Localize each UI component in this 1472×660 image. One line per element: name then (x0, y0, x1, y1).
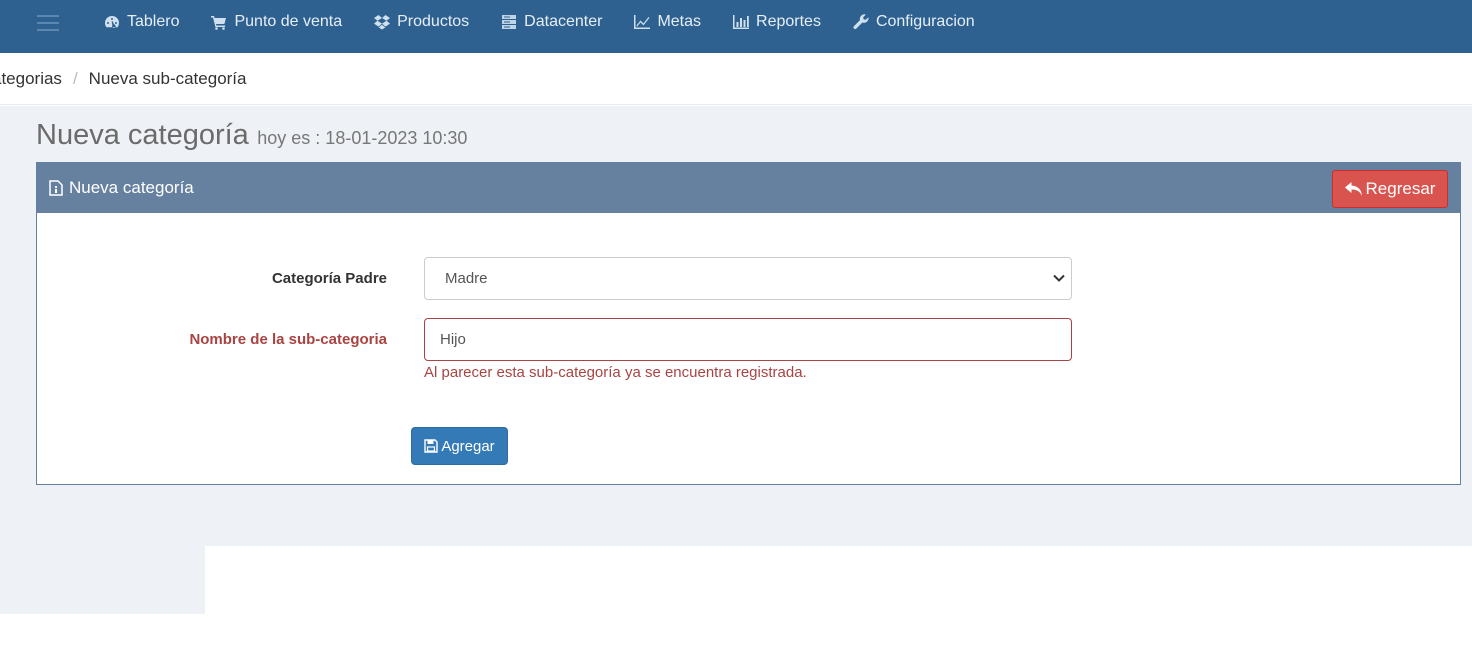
back-button[interactable]: Regresar (1332, 170, 1448, 208)
error-message: Al parecer esta sub-categoría ya se encu… (424, 364, 807, 381)
breadcrumb-separator: / (72, 69, 78, 88)
nav-label: Configuracion (875, 13, 975, 30)
nav-item-productos[interactable]: Productos (374, 13, 469, 31)
save-icon (424, 439, 439, 453)
back-button-label: Regresar (1365, 179, 1436, 198)
nav-item-tablero[interactable]: Tablero (104, 13, 179, 31)
page-subtitle: hoy es : 18-01-2023 10:30 (257, 128, 468, 148)
nav-label: Datacenter (524, 13, 603, 30)
panel-header: Nueva categoría Regresar (37, 163, 1460, 213)
wrench-icon (853, 14, 869, 30)
breadcrumb: ategorias / Nueva sub-categoría (0, 53, 1472, 105)
line-chart-icon (634, 15, 651, 29)
nav-item-metas[interactable]: Metas (634, 13, 701, 31)
add-button[interactable]: Agregar (411, 427, 508, 465)
subcategory-name-input[interactable]: Hijo (424, 318, 1072, 361)
nav-item-configuracion[interactable]: Configuracion (853, 13, 975, 31)
page-title: Nueva categoría hoy es : 18-01-2023 10:3… (36, 119, 467, 152)
panel-title: Nueva categoría (49, 178, 194, 198)
main-nav: Tablero Punto de venta Productos Datacen… (104, 0, 1007, 44)
chevron-down-icon (1053, 274, 1065, 282)
parent-category-label: Categoría Padre (271, 270, 387, 287)
nav-label: Reportes (756, 13, 821, 30)
cart-icon (211, 16, 227, 30)
subcategory-name-value: Hijo (440, 331, 466, 348)
menu-toggle-icon[interactable] (37, 15, 59, 33)
nav-item-reportes[interactable]: Reportes (733, 13, 821, 31)
parent-category-value: Madre (445, 270, 488, 287)
subcategory-name-label: Nombre de la sub-categoria (189, 331, 387, 348)
parent-category-select[interactable]: Madre (424, 257, 1072, 300)
page-title-text: Nueva categoría (36, 119, 249, 151)
nav-label: Punto de venta (234, 13, 343, 30)
breadcrumb-item-current: Nueva sub-categoría (88, 69, 247, 88)
breadcrumb-item-categorias[interactable]: ategorias (0, 69, 62, 88)
dashboard-icon (105, 16, 119, 28)
panel-title-text: Nueva categoría (69, 178, 194, 197)
form-panel: Nueva categoría Regresar Categoría Padre… (36, 162, 1461, 485)
file-icon (49, 180, 63, 196)
reply-icon (1344, 182, 1362, 196)
nav-label: Tablero (127, 13, 180, 30)
bar-chart-icon (733, 15, 750, 29)
nav-item-punto-de-venta[interactable]: Punto de venta (211, 13, 342, 31)
nav-item-datacenter[interactable]: Datacenter (501, 13, 602, 31)
add-button-label: Agregar (441, 437, 495, 455)
footer-sidebar-area (0, 546, 205, 614)
dropbox-icon (374, 15, 391, 30)
nav-label: Metas (657, 13, 702, 30)
nav-label: Productos (397, 13, 470, 30)
top-navbar: Tablero Punto de venta Productos Datacen… (0, 0, 1472, 53)
server-icon (502, 15, 517, 29)
